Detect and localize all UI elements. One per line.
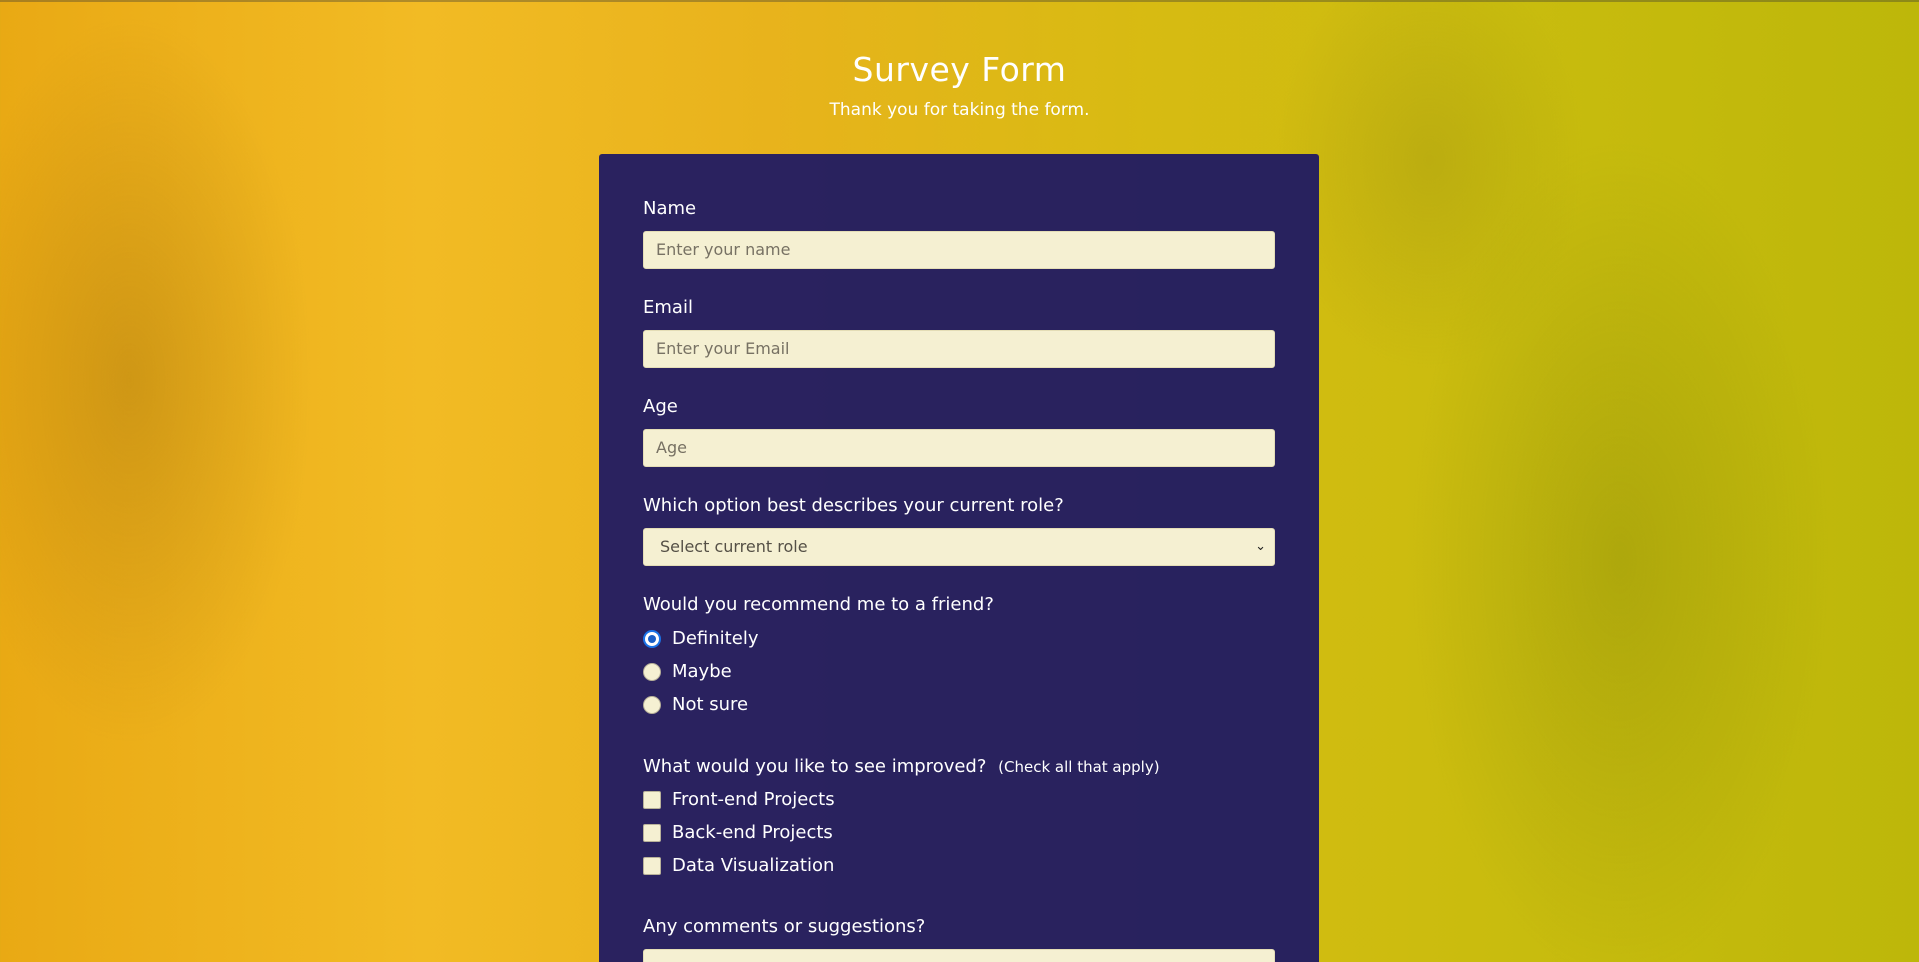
radio-option-not-sure[interactable]: Not sure [643,692,748,718]
radio-option-maybe[interactable]: Maybe [643,659,732,685]
improve-label: What would you like to see improved? (Ch… [643,755,1160,779]
radio-label: Not sure [672,694,749,715]
role-label: Which option best describes your current… [643,495,1064,516]
role-select[interactable]: Select current role ⌄ [643,528,1275,566]
checkbox-option-backend[interactable]: Back-end Projects [643,820,833,846]
radio-option-definitely[interactable]: Definitely [643,626,758,652]
checkbox[interactable] [643,857,661,875]
checkbox-label: Back-end Projects [672,822,833,843]
name-label: Name [643,198,697,219]
radio-button-checked[interactable] [643,630,661,648]
comments-label: Any comments or suggestions? [643,916,926,937]
survey-form: Name Enter your name Email Enter your Em… [599,154,1319,962]
improve-hint: (Check all that apply) [998,758,1160,776]
radio-button[interactable] [643,696,661,714]
page-title: Survey Form [852,50,1067,89]
email-input[interactable]: Enter your Email [643,330,1275,368]
checkbox-option-data-visualization[interactable]: Data Visualization [643,853,834,879]
role-select-value: Select current role [660,537,808,556]
age-input[interactable]: Age [643,429,1275,467]
comments-textarea[interactable] [643,949,1275,962]
name-input[interactable]: Enter your name [643,231,1275,269]
checkbox-label: Data Visualization [672,855,835,876]
radio-label: Maybe [672,661,732,682]
checkbox[interactable] [643,824,661,842]
age-label: Age [643,396,678,417]
email-label: Email [643,297,693,318]
checkbox[interactable] [643,791,661,809]
page-description: Thank you for taking the form. [829,100,1090,120]
checkbox-label: Front-end Projects [672,789,835,810]
recommend-label: Would you recommend me to a friend? [643,594,994,615]
radio-label: Definitely [672,628,759,649]
improve-question: What would you like to see improved? [643,756,987,777]
chevron-down-icon: ⌄ [1255,539,1266,554]
top-edge [0,0,1919,2]
radio-button[interactable] [643,663,661,681]
checkbox-option-frontend[interactable]: Front-end Projects [643,787,835,813]
